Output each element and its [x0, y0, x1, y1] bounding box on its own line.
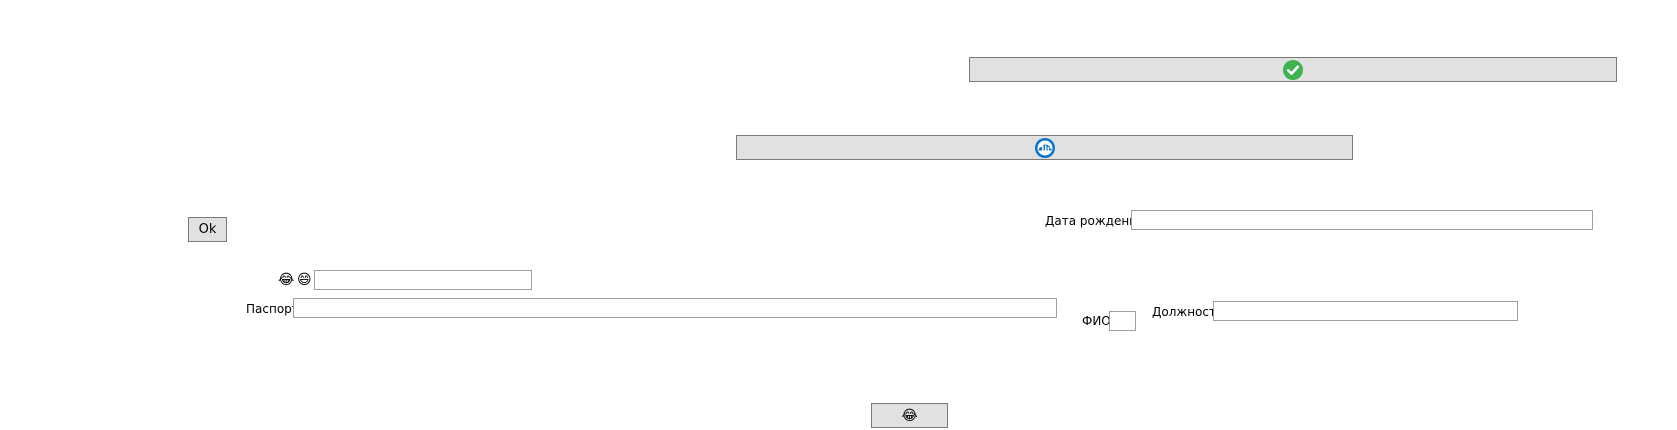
- grinning-face-icon: 😄: [297, 272, 312, 288]
- green-checkmark-icon: [1283, 59, 1303, 80]
- laughing-face-icon: 😂: [278, 272, 295, 288]
- fio-label: ФИО: [1082, 314, 1111, 328]
- position-input[interactable]: [1213, 301, 1518, 321]
- emoji-field-input[interactable]: [314, 270, 532, 290]
- laughing-emoji-button[interactable]: 😂: [871, 403, 948, 428]
- passport-label: Паспорт: [246, 302, 299, 316]
- check-button[interactable]: [969, 57, 1617, 82]
- cloud-button[interactable]: [736, 135, 1353, 160]
- blue-cloud-refresh-icon: [1034, 137, 1056, 159]
- ok-button[interactable]: Ok: [188, 217, 227, 242]
- fio-input[interactable]: [1109, 311, 1136, 331]
- laughing-face-icon: 😂: [901, 407, 918, 424]
- birth-date-input[interactable]: [1131, 210, 1593, 230]
- birth-date-label: Дата рождения: [1045, 214, 1145, 228]
- passport-input[interactable]: [293, 298, 1057, 318]
